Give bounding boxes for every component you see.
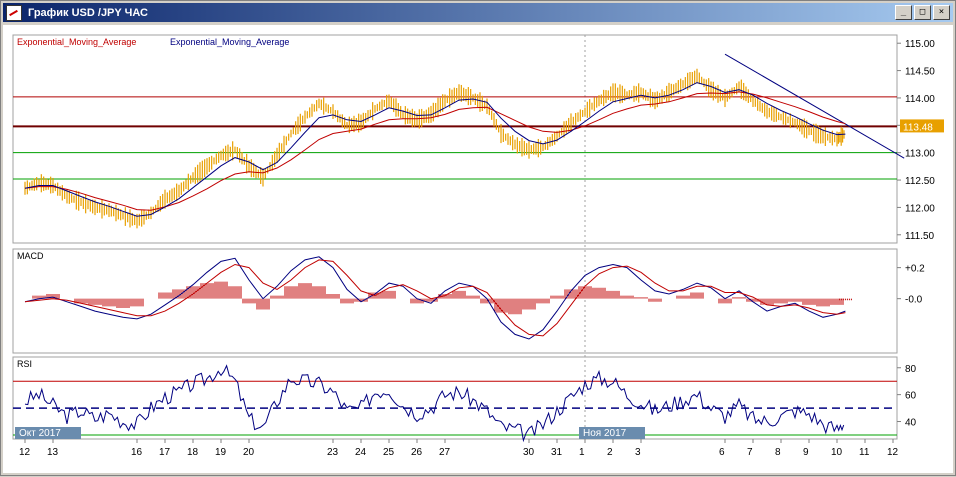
x-tick-label: 25 [383, 447, 395, 458]
window-title: График USD /JPY ЧАС [28, 6, 148, 19]
period-label-nov: Ноя 2017 [583, 428, 627, 439]
x-tick-label: 19 [215, 447, 227, 458]
x-tick-label: 26 [411, 447, 423, 458]
x-tick-label: 23 [327, 447, 339, 458]
macd-tick-label: -0.0 [905, 295, 923, 306]
chart-svg[interactable]: 115.00114.50114.00113.50113.00112.50112.… [3, 25, 953, 473]
x-tick-label: 20 [243, 447, 255, 458]
price-tick-label: 115.00 [905, 39, 935, 50]
x-tick-label: 3 [635, 447, 641, 458]
period-label-oct: Окт 2017 [19, 428, 61, 439]
x-tick-label: 30 [523, 447, 535, 458]
last-price-label: 113.48 [903, 122, 933, 133]
x-tick-label: 27 [439, 447, 451, 458]
minimize-button[interactable]: _ [895, 5, 912, 20]
rsi-tick-label: 80 [905, 364, 917, 375]
maximize-button[interactable]: □ [914, 5, 931, 20]
x-tick-label: 13 [47, 447, 59, 458]
x-tick-label: 1 [579, 447, 585, 458]
x-tick-label: 9 [803, 447, 809, 458]
title-bar[interactable]: График USD /JPY ЧАС _ □ × [3, 3, 953, 22]
x-tick-label: 12 [887, 447, 899, 458]
pane-frame-2 [12, 356, 898, 440]
x-tick-label: 10 [831, 447, 843, 458]
x-tick-label: 2 [607, 447, 613, 458]
rsi-title: RSI [17, 359, 32, 369]
price-tick-label: 112.50 [905, 176, 935, 187]
rsi-tick-label: 40 [905, 418, 917, 429]
macd-tick-label: +0.2 [905, 264, 925, 275]
x-tick-label: 12 [19, 447, 31, 458]
close-button[interactable]: × [933, 5, 950, 20]
x-tick-label: 31 [551, 447, 563, 458]
x-tick-label: 8 [775, 447, 781, 458]
x-tick-label: 11 [859, 447, 870, 458]
legend-ema-1: Exponential_Moving_Average [17, 37, 136, 47]
price-tick-label: 114.50 [905, 67, 935, 78]
rsi-tick-label: 60 [905, 391, 917, 402]
x-tick-label: 17 [159, 447, 171, 458]
pane-frame-0 [12, 34, 898, 244]
price-tick-label: 111.50 [905, 231, 935, 242]
chart-area[interactable]: 115.00114.50114.00113.50113.00112.50112.… [3, 25, 953, 473]
window-controls: _ □ × [895, 5, 950, 20]
macd-title: MACD [17, 251, 44, 261]
x-tick-label: 18 [187, 447, 199, 458]
legend-ema-2: Exponential_Moving_Average [170, 37, 289, 47]
price-tick-label: 112.00 [905, 203, 935, 214]
chart-window: График USD /JPY ЧАС _ □ × 115.00 114.50 11… [0, 0, 956, 476]
x-tick-label: 7 [747, 447, 753, 458]
pane-frame-1 [12, 248, 898, 354]
x-tick-label: 6 [719, 447, 725, 458]
chart-app-icon [6, 4, 22, 21]
price-tick-label: 113.00 [905, 149, 935, 160]
price-tick-label: 114.00 [905, 94, 935, 105]
x-tick-label: 16 [131, 447, 143, 458]
x-tick-label: 24 [355, 447, 367, 458]
